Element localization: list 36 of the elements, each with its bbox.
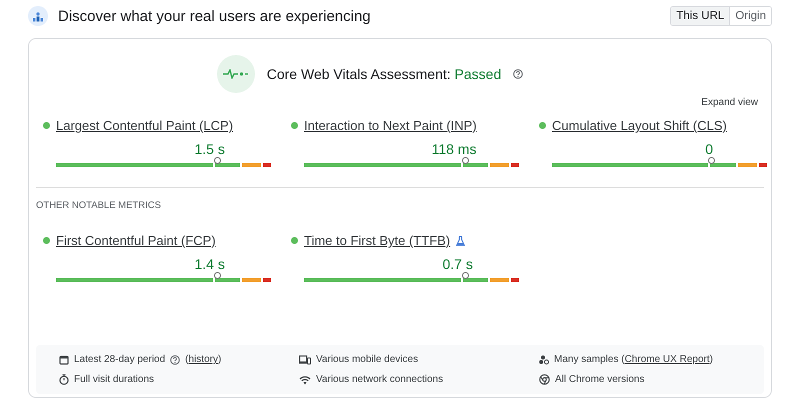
wifi-icon — [299, 374, 311, 384]
help-icon[interactable] — [170, 354, 180, 364]
report-link[interactable]: Chrome UX Report — [624, 354, 710, 365]
metric-link[interactable]: Cumulative Layout Shift (CLS) — [552, 118, 727, 133]
devices-icon — [299, 354, 311, 364]
info-text: All Chrome versions — [555, 374, 644, 385]
metric-link[interactable]: First Contentful Paint (FCP) — [56, 233, 216, 248]
scope-toggle[interactable]: This URL — [671, 7, 730, 25]
metric-value: 0.7 s — [442, 256, 473, 272]
users-icon — [28, 6, 48, 26]
pulse-icon — [216, 55, 255, 93]
info-text: (history) — [185, 354, 222, 365]
metric-value: 118 ms — [432, 141, 476, 157]
metric-value: 1.5 s — [194, 141, 225, 157]
page-heading: Discover what your real users are experiencing — [58, 8, 372, 24]
section-heading: OTHER NOTABLE METRICS — [36, 200, 162, 211]
info-text: Latest 28-day period — [74, 354, 166, 365]
metric-value: 1.4 s — [194, 256, 225, 272]
metric-link[interactable]: Largest Contentful Paint (LCP) — [56, 118, 234, 133]
metric-value: 0 — [705, 141, 714, 157]
info-text: Various network connections — [316, 374, 444, 385]
metric-link[interactable]: Time to First Byte (TTFB) — [304, 233, 450, 248]
assessment-text: Core Web Vitals Assessment: Passed — [266, 66, 502, 82]
calendar-icon — [59, 354, 69, 364]
stopwatch-icon — [59, 374, 69, 385]
help-icon[interactable] — [513, 69, 524, 79]
dots-icon — [539, 354, 549, 364]
metric-link[interactable]: Interaction to Next Paint (INP) — [304, 118, 477, 133]
history-link[interactable]: history — [188, 354, 218, 365]
scope-toggle[interactable]: Origin — [729, 7, 771, 25]
info-text: Many samples (Chrome UX Report) — [554, 354, 713, 365]
flask-icon — [456, 236, 466, 246]
info-text: Full visit durations — [74, 374, 154, 385]
browser-logo-icon — [539, 374, 550, 385]
info-text: Various mobile devices — [316, 354, 418, 365]
expand-link[interactable]: Expand view — [701, 97, 758, 108]
